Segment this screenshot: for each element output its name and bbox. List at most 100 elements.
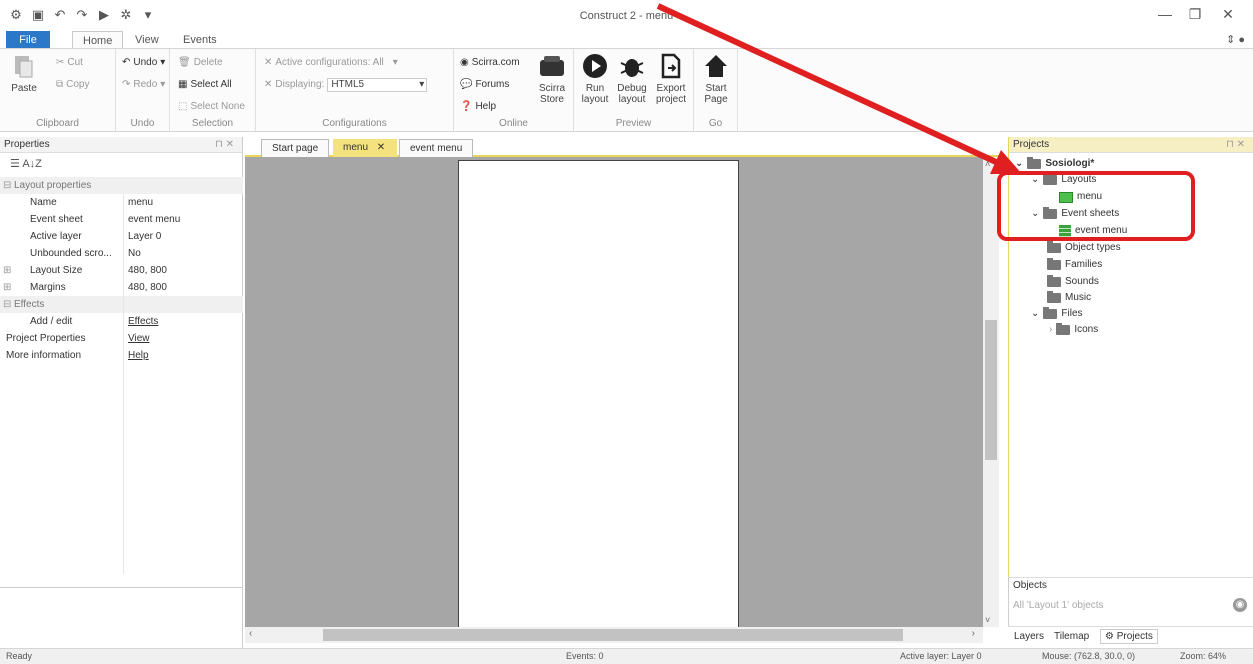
chevron-down-icon[interactable]: ⌄ (1031, 306, 1039, 322)
tab-events[interactable]: Events (173, 31, 227, 49)
ribbon: Paste ✂ Cut ⧉ Copy Clipboard ↶ Undo ▾ ↷ Redo ▾… (0, 48, 1253, 132)
tree-root[interactable]: ⌄ Sosiologi* (1015, 156, 1094, 172)
group-online: ◉ Scirra.com 💬 Forums ❓ Help Scirra Store O… (454, 49, 574, 131)
sort-az-icon[interactable]: A↓Z (22, 158, 42, 170)
effects-link[interactable]: Effects (128, 313, 158, 330)
tree-sounds[interactable]: Sounds (1047, 274, 1099, 290)
active-configurations-label: Active configurations: All (275, 57, 384, 68)
store-button[interactable]: Scirra Store (536, 51, 568, 105)
property-key: Margins (30, 282, 66, 293)
tab-tilemap[interactable]: Tilemap (1054, 631, 1089, 642)
expand-icon[interactable]: ⊞ (3, 279, 11, 296)
property-row[interactable]: Active layer Layer 0 (0, 228, 243, 245)
tab-menu[interactable]: menu ✕ (333, 139, 397, 157)
property-value[interactable]: No (128, 245, 141, 262)
active-configurations-dropdown[interactable]: ✕ Active configurations: All ▾ (264, 55, 398, 71)
property-row[interactable]: ⊞ Layout Size 480, 800 (0, 262, 243, 279)
tree-families[interactable]: Families (1047, 257, 1102, 273)
help-icon: ❓ (460, 101, 473, 112)
select-all-button[interactable]: ▦ Select All (178, 77, 232, 93)
scroll-right-icon[interactable]: › (972, 628, 975, 639)
restore-button[interactable]: ❐ (1180, 6, 1210, 23)
paste-button[interactable]: Paste (6, 51, 42, 94)
tab-projects[interactable]: ⚙ Projects (1100, 629, 1158, 644)
objects-filter[interactable]: All 'Layout 1' objects (1013, 600, 1104, 611)
export-project-label: Export project (655, 83, 686, 105)
layout-page[interactable] (458, 160, 739, 630)
store-label: Scirra Store (538, 83, 566, 105)
start-page-button[interactable]: Start Page (700, 51, 732, 105)
tab-home[interactable]: Home (72, 31, 124, 49)
scroll-thumb[interactable] (323, 629, 903, 641)
help-link[interactable]: ❓ Help (460, 99, 496, 115)
layout-properties-label: Layout properties (14, 180, 92, 191)
collapse-icon[interactable]: ⊟ (3, 296, 11, 313)
tree-object-types[interactable]: Object types (1047, 240, 1121, 256)
property-row[interactable]: More information Help (0, 347, 243, 364)
export-project-button[interactable]: Export project (654, 51, 688, 105)
layout-properties-category[interactable]: ⊟ Layout properties (0, 177, 243, 194)
chevron-right-icon[interactable]: › (1049, 322, 1052, 338)
property-row[interactable]: ⊞ Margins 480, 800 (0, 279, 243, 296)
property-row[interactable]: Name menu (0, 194, 243, 211)
chevron-down-icon[interactable]: ⌄ (1015, 156, 1023, 172)
pin-close-icon[interactable]: ⊓ ✕ (215, 137, 234, 153)
horizontal-scrollbar[interactable]: ‹ › (245, 627, 983, 643)
delete-label: Delete (193, 57, 223, 68)
scroll-up-icon[interactable]: ˄ (985, 159, 990, 169)
property-value[interactable]: menu (128, 194, 153, 211)
tab-start-page[interactable]: Start page (261, 139, 330, 157)
tree-music[interactable]: Music (1047, 290, 1091, 306)
scroll-thumb[interactable] (985, 320, 997, 460)
cut-button[interactable]: ✂ Cut (56, 55, 83, 71)
objects-search-icon[interactable]: ◉ (1233, 598, 1247, 612)
property-value[interactable]: 480, 800 (128, 279, 167, 296)
copy-label: Copy (66, 79, 90, 90)
scroll-left-icon[interactable]: ‹ (249, 628, 252, 639)
document-tabs: Start page menu ✕ event menu (245, 137, 1005, 157)
effects-category[interactable]: ⊟ Effects (0, 296, 243, 313)
tab-layers[interactable]: Layers (1014, 631, 1044, 642)
tab-event-menu[interactable]: event menu (399, 139, 474, 157)
help-link[interactable]: Help (128, 347, 149, 364)
scirra-link[interactable]: ◉ Scirra.com (460, 55, 520, 71)
forums-link[interactable]: 💬 Forums (460, 77, 509, 93)
redo-button[interactable]: ↷ Redo ▾ (122, 77, 165, 93)
tree-files[interactable]: ⌄ Files (1031, 306, 1083, 322)
property-value[interactable]: event menu (128, 211, 180, 228)
minimize-button[interactable]: — (1150, 6, 1180, 22)
tab-file[interactable]: File (6, 31, 50, 49)
properties-title: Properties (4, 139, 50, 150)
objects-panel: Objects All 'Layout 1' objects ◉ (1008, 577, 1253, 626)
undo-button[interactable]: ↶ Undo ▾ (122, 55, 165, 71)
effects-label: Effects (14, 299, 45, 310)
property-row[interactable]: Event sheet event menu (0, 211, 243, 228)
select-none-label: Select None (190, 101, 245, 112)
scroll-down-icon[interactable]: ˅ (985, 615, 990, 625)
pin-close-icon[interactable]: ⊓ ✕ (1226, 137, 1245, 153)
close-button[interactable]: ✕ (1213, 6, 1243, 23)
tab-view[interactable]: View (125, 31, 169, 49)
copy-button[interactable]: ⧉ Copy (56, 77, 90, 93)
property-row[interactable]: Add / edit Effects (0, 313, 243, 330)
property-row[interactable]: Unbounded scro... No (0, 245, 243, 262)
layout-canvas[interactable] (245, 157, 983, 630)
tree-icons[interactable]: › Icons (1049, 322, 1098, 338)
property-value[interactable]: Layer 0 (128, 228, 161, 245)
run-layout-button[interactable]: Run layout (580, 51, 610, 105)
property-value[interactable]: 480, 800 (128, 262, 167, 279)
delete-button[interactable]: 🗑 Delete (178, 55, 223, 71)
close-tab-icon[interactable]: ✕ (377, 142, 385, 153)
tree-files-label: Files (1061, 308, 1083, 319)
collapse-icon[interactable]: ⊟ (3, 177, 11, 194)
debug-layout-button[interactable]: Debug layout (616, 51, 648, 105)
displaying-select[interactable]: HTML5 ▾ (327, 78, 428, 92)
select-all-label: Select All (190, 79, 232, 90)
property-row[interactable]: Project Properties View (0, 330, 243, 347)
categorized-icon[interactable]: ☰ (10, 158, 20, 170)
ribbon-options-icon[interactable]: ⇕ ● (1226, 33, 1245, 46)
select-none-button[interactable]: ⬚ Select None (178, 99, 245, 115)
sort-buttons[interactable]: ☰ A↓Z (10, 157, 42, 170)
expand-icon[interactable]: ⊞ (3, 262, 11, 279)
view-link[interactable]: View (128, 330, 150, 347)
